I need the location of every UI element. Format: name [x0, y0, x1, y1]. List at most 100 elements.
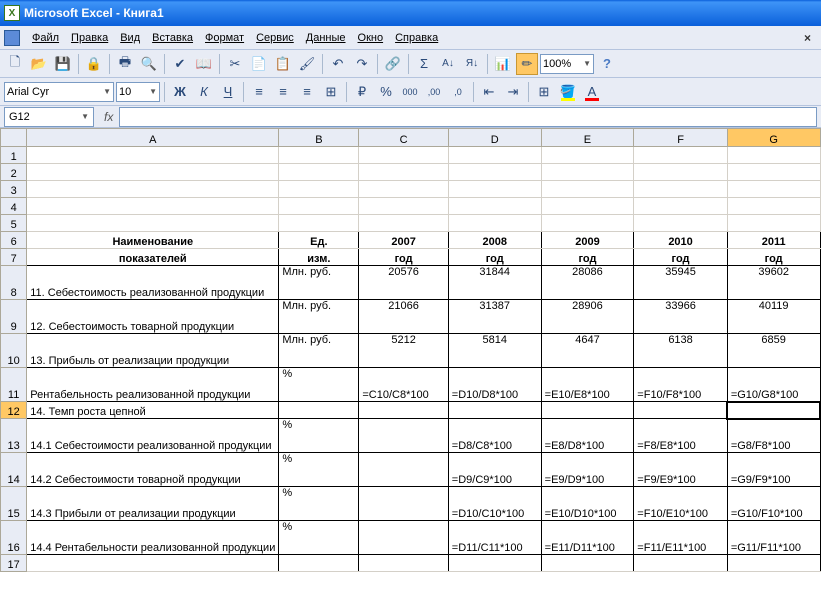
borders-button[interactable]: ⊞	[533, 81, 555, 103]
preview-button[interactable]: 🔍	[138, 53, 160, 75]
row-header-9[interactable]: 9	[1, 300, 27, 334]
align-center-button[interactable]: ≡	[272, 81, 294, 103]
spellcheck-button[interactable]: ✔	[169, 53, 191, 75]
cell[interactable]: =F10/F8*100	[634, 368, 728, 402]
cell[interactable]	[541, 181, 634, 198]
col-header-E[interactable]: E	[541, 129, 634, 147]
cell[interactable]	[279, 181, 359, 198]
cell[interactable]	[634, 215, 728, 232]
cell[interactable]: =E10/E8*100	[541, 368, 634, 402]
menu-view[interactable]: Вид	[114, 30, 146, 46]
cell[interactable]: =E11/D11*100	[541, 521, 634, 555]
merge-center-button[interactable]: ⊞	[320, 81, 342, 103]
cell[interactable]: %	[279, 368, 359, 402]
cell[interactable]	[448, 198, 541, 215]
cell[interactable]	[279, 164, 359, 181]
format-painter-button[interactable]: 🖌	[296, 53, 318, 75]
open-button[interactable]: 📂	[28, 53, 50, 75]
cell[interactable]	[359, 487, 448, 521]
cut-button[interactable]: ✂	[224, 53, 246, 75]
fx-icon[interactable]: fx	[98, 110, 119, 124]
row-header-6[interactable]: 6	[1, 232, 27, 249]
redo-button[interactable]: ↷	[351, 53, 373, 75]
cell[interactable]	[541, 402, 634, 419]
cell[interactable]: 2009	[541, 232, 634, 249]
cell[interactable]	[359, 215, 448, 232]
active-cell[interactable]	[727, 402, 820, 419]
font-dropdown[interactable]: Arial Cyr▼	[4, 82, 114, 102]
cell[interactable]: 5814	[448, 334, 541, 368]
row-header-1[interactable]: 1	[1, 147, 27, 164]
cell[interactable]: показателей	[27, 249, 279, 266]
worksheet-grid[interactable]: A B C D E F G 1 2 3 4 5 6 Наименование Е…	[0, 128, 821, 572]
col-header-B[interactable]: B	[279, 129, 359, 147]
undo-button[interactable]: ↶	[327, 53, 349, 75]
cell[interactable]: 14.4 Рентабельности реализованной продук…	[27, 521, 279, 555]
fill-color-button[interactable]: 🪣	[557, 81, 579, 103]
increase-decimal-button[interactable]: ,00	[423, 81, 445, 103]
cell[interactable]: =D11/C11*100	[448, 521, 541, 555]
cell[interactable]: год	[448, 249, 541, 266]
col-header-D[interactable]: D	[448, 129, 541, 147]
italic-button[interactable]: К	[193, 81, 215, 103]
zoom-dropdown[interactable]: 100%▼	[540, 54, 594, 74]
cell[interactable]	[27, 164, 279, 181]
row-header-10[interactable]: 10	[1, 334, 27, 368]
menu-data[interactable]: Данные	[300, 30, 352, 46]
cell[interactable]: 21066	[359, 300, 448, 334]
cell[interactable]: =D9/C9*100	[448, 453, 541, 487]
row-header-17[interactable]: 17	[1, 555, 27, 572]
cell[interactable]	[634, 181, 728, 198]
cell[interactable]	[279, 198, 359, 215]
cell[interactable]: %	[279, 453, 359, 487]
new-button[interactable]: 🗋	[4, 53, 26, 75]
cell[interactable]: 33966	[634, 300, 728, 334]
cell[interactable]: 5212	[359, 334, 448, 368]
cell[interactable]: =D10/C10*100	[448, 487, 541, 521]
percent-button[interactable]: %	[375, 81, 397, 103]
align-left-button[interactable]: ≡	[248, 81, 270, 103]
cell[interactable]	[541, 555, 634, 572]
cell[interactable]: =G8/F8*100	[727, 419, 820, 453]
cell[interactable]: 31844	[448, 266, 541, 300]
align-right-button[interactable]: ≡	[296, 81, 318, 103]
cell[interactable]: 39602	[727, 266, 820, 300]
menu-help[interactable]: Справка	[389, 30, 444, 46]
cell[interactable]	[359, 164, 448, 181]
cell[interactable]	[27, 181, 279, 198]
cell[interactable]: 2010	[634, 232, 728, 249]
select-all-corner[interactable]	[1, 129, 27, 147]
cell[interactable]	[541, 147, 634, 164]
cell[interactable]: =E10/D10*100	[541, 487, 634, 521]
row-header-13[interactable]: 13	[1, 419, 27, 453]
close-workbook-button[interactable]: ×	[798, 31, 817, 45]
cell[interactable]: год	[727, 249, 820, 266]
increase-indent-button[interactable]: ⇥	[502, 81, 524, 103]
cell[interactable]: Млн. руб.	[279, 300, 359, 334]
cell[interactable]: 11. Себестоимость реализованной продукци…	[27, 266, 279, 300]
cell[interactable]: =F9/E9*100	[634, 453, 728, 487]
cell[interactable]: 35945	[634, 266, 728, 300]
cell[interactable]: Наименование	[27, 232, 279, 249]
cell[interactable]	[27, 147, 279, 164]
cell[interactable]: =F11/E11*100	[634, 521, 728, 555]
cell[interactable]	[448, 181, 541, 198]
cell[interactable]: год	[359, 249, 448, 266]
paste-button[interactable]: 📋	[272, 53, 294, 75]
col-header-G[interactable]: G	[727, 129, 820, 147]
help-button[interactable]: ?	[596, 53, 618, 75]
cell[interactable]	[727, 215, 820, 232]
cell[interactable]	[359, 402, 448, 419]
row-header-11[interactable]: 11	[1, 368, 27, 402]
col-header-F[interactable]: F	[634, 129, 728, 147]
hyperlink-button[interactable]: 🔗	[382, 53, 404, 75]
cell[interactable]: 6859	[727, 334, 820, 368]
cell[interactable]: Млн. руб.	[279, 266, 359, 300]
cell[interactable]	[448, 555, 541, 572]
cell[interactable]	[279, 555, 359, 572]
cell[interactable]: год	[541, 249, 634, 266]
cell[interactable]: =E9/D9*100	[541, 453, 634, 487]
cell[interactable]	[634, 402, 728, 419]
col-header-A[interactable]: A	[27, 129, 279, 147]
cell[interactable]	[279, 402, 359, 419]
